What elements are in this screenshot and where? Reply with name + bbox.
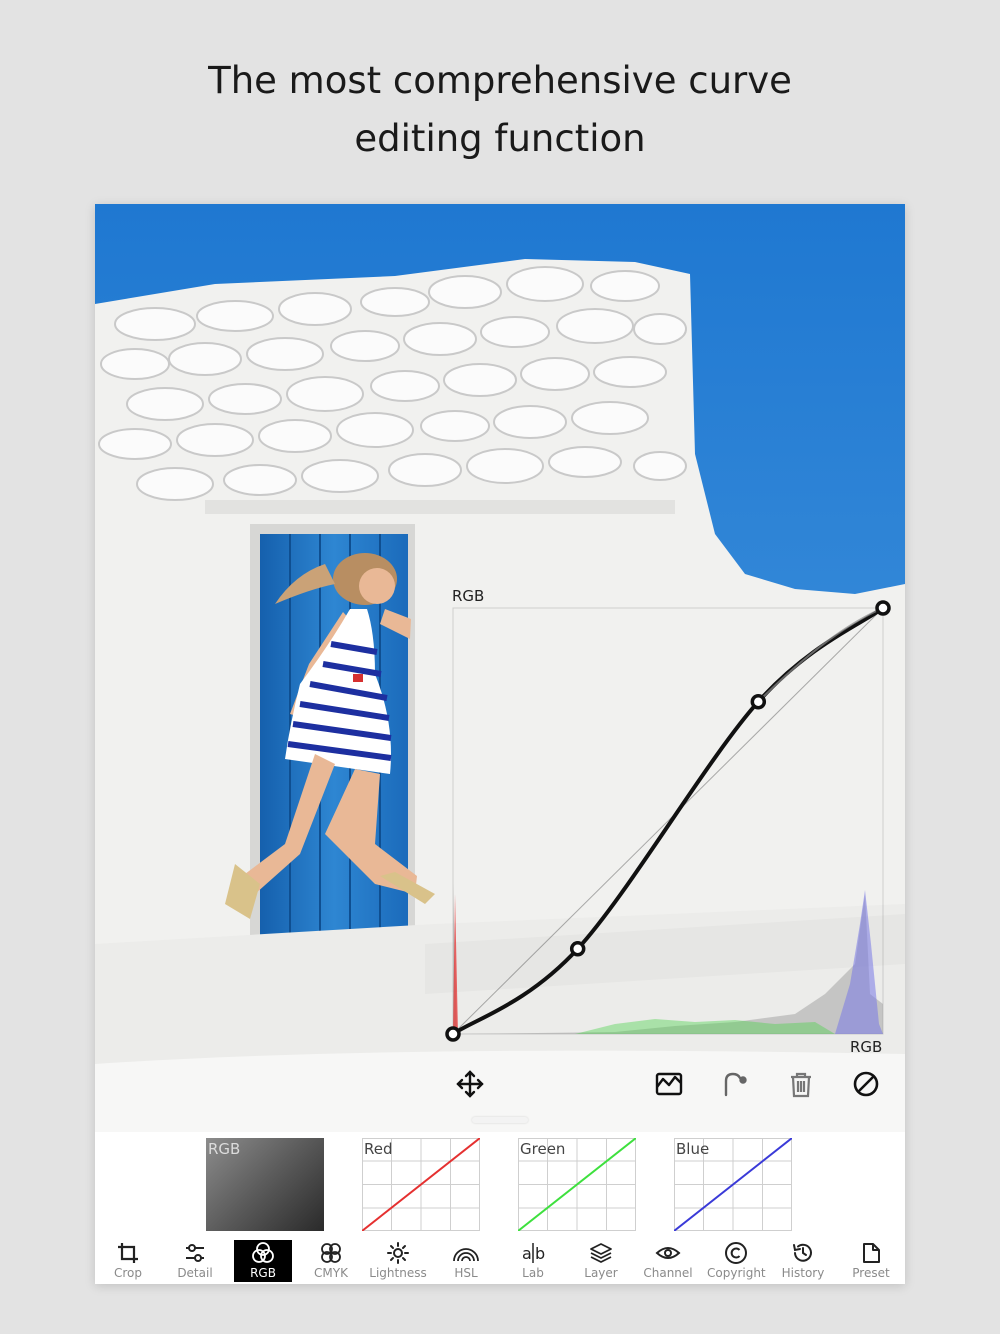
curve-control-point[interactable] — [750, 693, 767, 710]
trash-icon[interactable] — [783, 1066, 819, 1102]
curve-toolbar — [95, 1066, 905, 1106]
tab-label: Preset — [852, 1266, 890, 1280]
eye-icon — [639, 1240, 697, 1266]
headline-line-1: The most comprehensive curve — [208, 59, 792, 102]
device-screen: RGB RGB RGB Red Green Blue Crop Detail R… — [95, 204, 905, 1284]
tab-label: RGB — [250, 1266, 276, 1280]
copyright-icon — [707, 1240, 765, 1266]
tab-cmyk[interactable]: CMYK — [302, 1240, 360, 1282]
tab-rgb[interactable]: RGB — [234, 1240, 292, 1282]
channel-thumb-red[interactable]: Red — [361, 1137, 481, 1232]
move-icon[interactable] — [452, 1066, 488, 1102]
tab-layer[interactable]: Layer — [572, 1240, 630, 1282]
tab-label: CMYK — [314, 1266, 348, 1280]
channel-label-top: RGB — [452, 587, 485, 605]
tab-label: Lightness — [369, 1266, 427, 1280]
histogram — [453, 884, 883, 1034]
curve-graph[interactable] — [95, 204, 905, 1132]
curve-reference-line — [452, 607, 884, 1035]
channel-thumb-label: Green — [520, 1140, 566, 1158]
channel-label-bottom: RGB — [850, 1038, 883, 1056]
tab-label: Channel — [643, 1266, 693, 1280]
tab-label: Detail — [177, 1266, 213, 1280]
curve-control-point[interactable] — [875, 600, 891, 616]
tab-label: Layer — [584, 1266, 618, 1280]
tab-label: Copyright — [707, 1266, 766, 1280]
tab-crop[interactable]: Crop — [99, 1240, 157, 1282]
eyedropper-icon[interactable] — [717, 1066, 753, 1102]
cmyk-icon — [302, 1240, 360, 1266]
sun-icon — [369, 1240, 427, 1266]
tab-label: History — [781, 1266, 825, 1280]
channel-thumb-green[interactable]: Green — [517, 1137, 637, 1232]
curve-control-point[interactable] — [569, 941, 586, 957]
histogram-icon[interactable] — [651, 1066, 687, 1102]
tab-lightness[interactable]: Lightness — [369, 1240, 427, 1282]
rainbow-icon — [437, 1240, 495, 1266]
tab-detail[interactable]: Detail — [166, 1240, 224, 1282]
svg-text:a: a — [522, 1244, 532, 1263]
preset-icon — [842, 1240, 900, 1266]
crop-icon — [99, 1240, 157, 1266]
bottom-tab-bar: Crop Detail RGB CMYK Lightness HSL a b L… — [95, 1236, 905, 1284]
tab-hsl[interactable]: HSL — [437, 1240, 495, 1282]
svg-text:b: b — [535, 1244, 545, 1263]
channel-thumb-label: RGB — [208, 1140, 241, 1158]
lab-icon: ab — [504, 1240, 562, 1266]
tab-copyright[interactable]: Copyright — [707, 1240, 766, 1282]
layers-icon — [572, 1240, 630, 1266]
headline: The most comprehensive curve editing fun… — [0, 52, 1000, 168]
tab-preset[interactable]: Preset — [842, 1240, 900, 1282]
sliders-icon — [166, 1240, 224, 1266]
tab-label: HSL — [454, 1266, 478, 1280]
headline-line-2: editing function — [354, 117, 646, 160]
tab-lab[interactable]: ab Lab — [504, 1240, 562, 1282]
channel-thumb-label: Blue — [676, 1140, 710, 1158]
tab-label: Lab — [522, 1266, 544, 1280]
curve-control-point[interactable] — [445, 1026, 461, 1042]
tab-label: Crop — [113, 1266, 142, 1280]
channel-thumb-label: Red — [364, 1140, 393, 1158]
tab-channel[interactable]: Channel — [639, 1240, 697, 1282]
rgb-circles-icon — [234, 1240, 292, 1266]
adjustment-panel: RGB Red Green Blue Crop Detail RGB CMYK … — [95, 1132, 905, 1284]
curve-editor-overlay[interactable]: RGB RGB — [95, 204, 905, 1132]
tab-history[interactable]: History — [774, 1240, 832, 1282]
panel-grabber[interactable] — [472, 1117, 528, 1123]
channel-thumb-rgb[interactable]: RGB — [206, 1138, 324, 1231]
history-icon — [774, 1240, 832, 1266]
channel-thumb-blue[interactable]: Blue — [673, 1137, 793, 1232]
photo-canvas[interactable]: RGB RGB — [95, 204, 905, 1132]
reset-icon[interactable] — [848, 1066, 884, 1102]
